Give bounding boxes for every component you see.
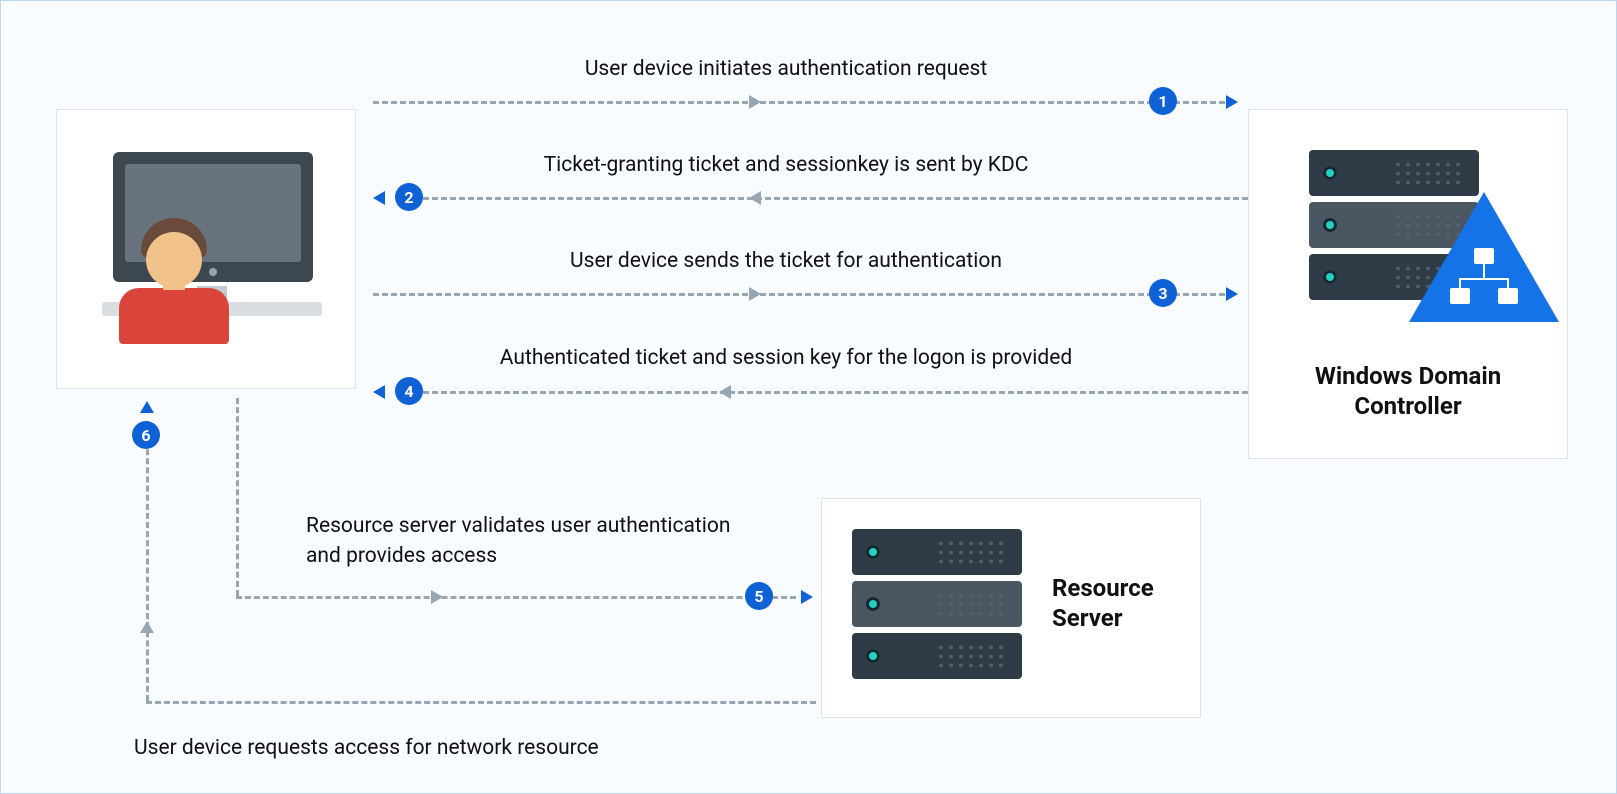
step3-mid-arrow-icon [749, 287, 761, 301]
step5-vline [236, 398, 239, 596]
step1-end-arrow-icon [1226, 95, 1238, 109]
step5-badge: 5 [745, 582, 773, 610]
step4-badge: 4 [395, 377, 423, 405]
dc-title-line2: Controller [1354, 392, 1461, 420]
step6-badge: 6 [132, 421, 160, 449]
step3-line [373, 293, 1225, 296]
step5-num: 5 [754, 587, 763, 606]
step5-mid-arrow-icon [431, 590, 443, 604]
ad-hierarchy-icon [1444, 248, 1524, 308]
step4-end-arrow-icon [373, 385, 385, 399]
step3-label: User device sends the ticket for authent… [570, 249, 1002, 273]
step4-line [396, 391, 1248, 394]
step6-mid-arrow-icon [140, 621, 154, 633]
monitor-icon [113, 152, 313, 282]
step2-label: Ticket-granting ticket and sessionkey is… [544, 153, 1029, 177]
dc-title-line1: Windows Domain [1315, 362, 1501, 390]
step2-line [396, 197, 1248, 200]
step6-end-arrow-icon [140, 401, 154, 413]
step2-badge: 2 [395, 183, 423, 211]
node-resource-server: Resource Server [821, 498, 1201, 718]
kerberos-auth-diagram: Windows Domain Controller Resource Serve… [0, 0, 1617, 794]
step2-num: 2 [404, 188, 413, 207]
step6-vline [146, 431, 149, 701]
step1-line [373, 101, 1225, 104]
step1-num: 1 [1158, 92, 1167, 111]
step3-badge: 3 [1149, 279, 1177, 307]
step5-text: Resource server validates user authentic… [306, 511, 746, 572]
step6-num: 6 [141, 426, 150, 445]
step2-mid-arrow-icon [749, 191, 761, 205]
step5-label-line1: Resource server validates user authentic… [306, 511, 746, 572]
node-user-device [56, 109, 356, 389]
step2-end-arrow-icon [373, 191, 385, 205]
user-head-icon [146, 232, 202, 288]
step4-num: 4 [404, 382, 413, 401]
step3-end-arrow-icon [1226, 287, 1238, 301]
server-stack-icon [852, 529, 1022, 685]
step3-num: 3 [1158, 284, 1167, 303]
step1-label: User device initiates authentication req… [585, 57, 987, 81]
step6-hline [146, 701, 816, 704]
node-domain-controller: Windows Domain Controller [1248, 109, 1568, 459]
rs-title-line1: Resource [1052, 574, 1154, 602]
user-body-icon [119, 288, 229, 344]
step1-badge: 1 [1149, 87, 1177, 115]
step6-label: User device requests access for network … [134, 736, 599, 760]
step5-hline [236, 596, 796, 599]
rs-title-line2: Server [1052, 604, 1123, 632]
step4-label: Authenticated ticket and session key for… [500, 346, 1072, 370]
step5-end-arrow-icon [801, 590, 813, 604]
step1-mid-arrow-icon [749, 95, 761, 109]
step4-mid-arrow-icon [719, 385, 731, 399]
